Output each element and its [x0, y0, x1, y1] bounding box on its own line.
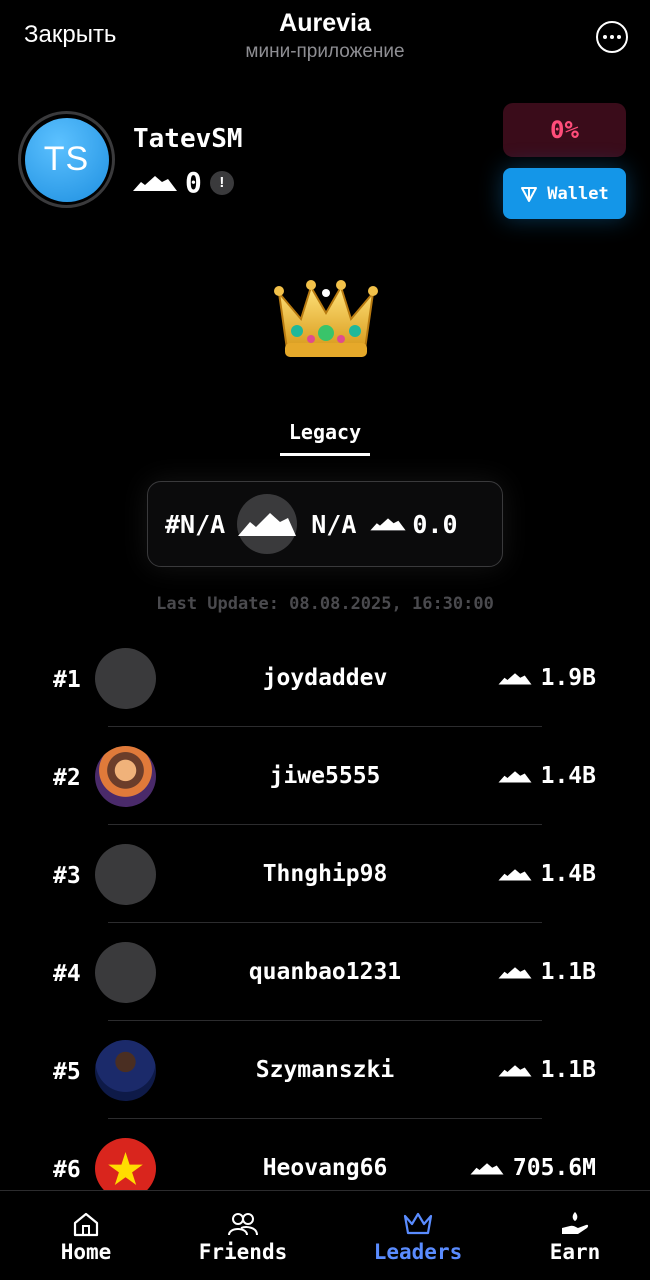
mountain-icon [370, 518, 406, 531]
row-username: joydaddev [262, 665, 388, 691]
info-icon[interactable]: ! [209, 170, 234, 195]
row-username: quanbao1231 [248, 959, 402, 985]
my-rank-position: #N/A [165, 509, 226, 539]
earn-icon [562, 1212, 589, 1234]
more-dot [617, 35, 621, 39]
mountain-icon [498, 868, 532, 880]
nav-earn[interactable]: Earn [500, 1191, 650, 1280]
row-rank: #1 [53, 667, 81, 693]
profile-avatar-ring[interactable]: TS [18, 111, 115, 208]
mountain-logo-icon [237, 494, 298, 554]
profile-username: TatevSM [133, 124, 243, 154]
bottom-nav: Home Friends Leaders Earn [0, 1190, 650, 1280]
nav-leaders-label: Leaders [373, 1240, 463, 1264]
top-bar: Закрыть Aurevia мини-приложение [0, 0, 650, 76]
wallet-button[interactable]: Wallet [503, 168, 626, 219]
mountain-icon [133, 175, 177, 191]
nav-friends-label: Friends [198, 1240, 288, 1264]
nav-earn-label: Earn [549, 1240, 601, 1264]
row-rank: #2 [53, 765, 81, 791]
row-score: 1.1B [498, 1057, 596, 1083]
more-options-button[interactable] [596, 21, 628, 53]
row-score: 1.9B [498, 665, 596, 691]
table-row[interactable]: #4 quanbao1231 1.1B [0, 941, 650, 1039]
row-score-value: 705.6M [512, 1155, 596, 1181]
mountain-icon [498, 1064, 532, 1076]
row-username: Szymanszki [255, 1057, 395, 1083]
progress-percent: 0% [503, 103, 626, 157]
row-divider [108, 922, 542, 923]
table-row[interactable]: #3 Thnghip98 1.4B [0, 843, 650, 941]
row-score-value: 1.9B [540, 665, 596, 691]
row-score-value: 1.1B [540, 1057, 596, 1083]
row-score-value: 1.4B [540, 861, 596, 887]
nav-friends[interactable]: Friends [168, 1191, 318, 1280]
my-rank-score-value: 0.0 [412, 509, 458, 539]
row-score-value: 1.1B [540, 959, 596, 985]
app-subtitle: мини-приложение [245, 41, 405, 62]
table-row[interactable]: #2 jiwe5555 1.4B [0, 745, 650, 843]
crown-icon [274, 280, 378, 357]
app-title: Aurevia [279, 9, 371, 37]
mountain-icon [498, 770, 532, 782]
nav-home-label: Home [60, 1240, 112, 1264]
row-score-value: 1.4B [540, 763, 596, 789]
row-score: 1.4B [498, 861, 596, 887]
last-update: Last Update: 08.08.2025, 16:30:00 [156, 594, 494, 614]
avatar: TS [24, 117, 109, 202]
row-divider [108, 1118, 542, 1119]
table-row[interactable]: #5 Szymanszki 1.1B [0, 1039, 650, 1137]
balance-value: 0 [185, 166, 202, 199]
nav-leaders[interactable]: Leaders [343, 1191, 493, 1280]
row-rank: #3 [53, 863, 81, 889]
more-horizontal-icon [603, 35, 607, 39]
row-username: jiwe5555 [269, 763, 381, 789]
row-divider [108, 824, 542, 825]
profile-balance: 0 ! [133, 166, 234, 199]
row-score: 705.6M [470, 1155, 596, 1181]
nav-home[interactable]: Home [11, 1191, 161, 1280]
row-rank: #4 [53, 961, 81, 987]
mountain-icon [470, 1162, 504, 1174]
more-dot [610, 35, 614, 39]
row-rank: #5 [53, 1059, 81, 1085]
avatar [95, 1040, 156, 1101]
row-score: 1.4B [498, 763, 596, 789]
row-username: Thnghip98 [262, 861, 388, 887]
row-divider [108, 1020, 542, 1021]
mountain-icon [498, 966, 532, 978]
avatar [95, 746, 156, 807]
my-rank-name: N/A [311, 509, 357, 539]
row-divider [108, 726, 542, 727]
mountain-icon [498, 672, 532, 684]
my-rank-score: 0.0 [370, 509, 458, 539]
home-icon [73, 1212, 99, 1237]
row-score: 1.1B [498, 959, 596, 985]
table-row[interactable]: #1 joydaddev 1.9B [0, 647, 650, 745]
avatar [95, 942, 156, 1003]
crown-icon [403, 1212, 433, 1235]
tab-legacy[interactable]: Legacy [280, 420, 370, 456]
my-rank-card: #N/A N/A 0.0 [147, 481, 503, 567]
avatar [95, 648, 156, 709]
row-rank: #6 [53, 1157, 81, 1183]
wallet-label: Wallet [547, 183, 609, 204]
friends-icon [228, 1213, 258, 1236]
ton-icon [521, 186, 538, 202]
avatar [95, 844, 156, 905]
row-username: Heovang66 [262, 1155, 388, 1181]
